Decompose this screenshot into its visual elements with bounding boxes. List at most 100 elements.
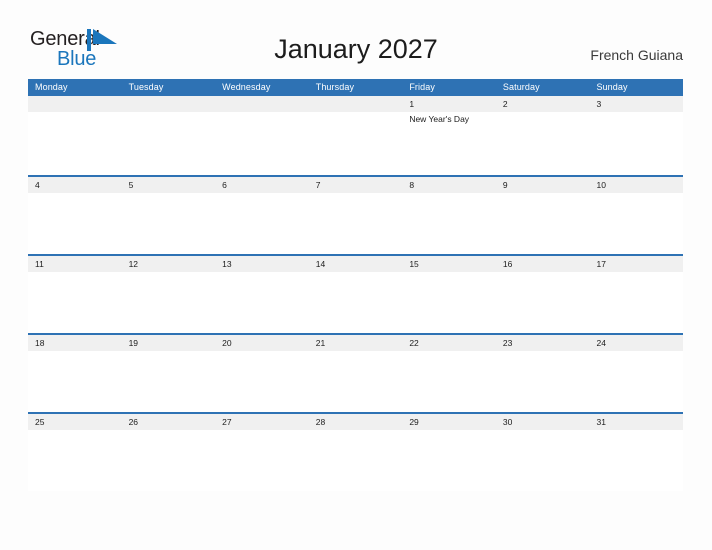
week-cells: 11 12 13 14 15 16 17 (28, 256, 684, 333)
day-cell[interactable]: 5 (121, 177, 216, 254)
date-number: 19 (128, 338, 139, 348)
day-cell[interactable]: 27 (215, 414, 309, 491)
day-cell[interactable]: 3 (589, 96, 684, 175)
date-number: 5 (128, 180, 134, 190)
day-cell[interactable]: 13 (215, 256, 309, 333)
date-band (308, 96, 403, 112)
day-cell[interactable]: 28 (308, 414, 403, 491)
day-cell-empty (28, 96, 122, 175)
week-cells: 1 New Year's Day 2 3 (28, 96, 684, 175)
day-cell[interactable]: 9 (495, 177, 590, 254)
date-number: 4 (35, 180, 40, 190)
date-number: 13 (222, 259, 232, 269)
date-number: 18 (35, 338, 45, 348)
date-number: 26 (128, 417, 139, 427)
date-number: 23 (502, 338, 513, 348)
day-cell[interactable]: 29 (402, 414, 496, 491)
date-number: 10 (596, 180, 606, 190)
day-cell[interactable]: 14 (308, 256, 403, 333)
day-cell[interactable]: 18 (28, 335, 122, 412)
date-number: 27 (222, 417, 232, 427)
date-number: 24 (596, 338, 606, 348)
week-cells: 18 19 20 21 22 23 24 (28, 335, 684, 412)
date-number: 2 (502, 99, 508, 109)
date-number: 7 (315, 180, 321, 190)
date-band (308, 177, 403, 193)
date-band (28, 177, 122, 193)
calendar-week-row: 1 New Year's Day 2 3 (28, 96, 684, 175)
date-band (121, 177, 216, 193)
calendar-grid: Monday Tuesday Wednesday Thursday Friday… (28, 79, 684, 491)
day-cell-empty (215, 96, 309, 175)
day-cell[interactable]: 15 (402, 256, 496, 333)
day-cell[interactable]: 4 (28, 177, 122, 254)
date-band (28, 96, 122, 112)
weekday-header-tuesday: Tuesday (128, 82, 164, 92)
date-number: 12 (128, 259, 139, 269)
day-cell[interactable]: 21 (308, 335, 403, 412)
day-cell[interactable]: 2 (495, 96, 590, 175)
weekday-header-thursday: Thursday (315, 82, 355, 92)
date-band (121, 96, 216, 112)
weekday-header-wednesday: Wednesday (222, 82, 271, 92)
day-cell[interactable]: 20 (215, 335, 309, 412)
date-band (215, 96, 309, 112)
day-cell[interactable]: 19 (121, 335, 216, 412)
day-cell[interactable]: 1 New Year's Day (402, 96, 496, 175)
page-header: General Blue January 2027 French Guiana (0, 0, 712, 70)
day-cell[interactable]: 31 (589, 414, 684, 491)
day-cell[interactable]: 10 (589, 177, 684, 254)
date-band (402, 177, 496, 193)
day-cell[interactable]: 16 (495, 256, 590, 333)
weekday-header-row: Monday Tuesday Wednesday Thursday Friday… (28, 79, 683, 96)
day-cell[interactable]: 24 (589, 335, 684, 412)
day-cell[interactable]: 17 (589, 256, 684, 333)
date-number: 21 (315, 338, 326, 348)
date-number: 25 (35, 417, 45, 427)
day-events: New Year's Day (409, 113, 492, 125)
calendar-week-row: 4 5 6 7 8 9 10 (28, 175, 684, 254)
day-cell[interactable]: 25 (28, 414, 122, 491)
date-number: 16 (502, 259, 513, 269)
location-label: French Guiana (590, 47, 683, 63)
weekday-header-friday: Friday (409, 82, 435, 92)
day-cell-empty (121, 96, 216, 175)
date-number: 30 (502, 417, 513, 427)
date-number: 22 (409, 338, 419, 348)
date-band (589, 96, 684, 112)
calendar-week-row: 18 19 20 21 22 23 24 (28, 333, 684, 412)
day-cell[interactable]: 7 (308, 177, 403, 254)
day-cell[interactable]: 11 (28, 256, 122, 333)
date-number: 20 (222, 338, 232, 348)
date-number: 1 (409, 99, 415, 109)
date-number: 3 (596, 99, 602, 109)
date-number: 11 (35, 259, 44, 269)
date-number: 6 (222, 180, 227, 190)
date-number: 28 (315, 417, 326, 427)
day-cell[interactable]: 23 (495, 335, 590, 412)
week-cells: 25 26 27 28 29 30 31 (28, 414, 684, 491)
day-cell[interactable]: 26 (121, 414, 216, 491)
date-number: 31 (596, 417, 606, 427)
date-number: 8 (409, 180, 415, 190)
week-cells: 4 5 6 7 8 9 10 (28, 177, 684, 254)
day-cell[interactable]: 30 (495, 414, 590, 491)
weekday-header-sunday: Sunday (596, 82, 628, 92)
date-band (495, 96, 590, 112)
date-band (495, 177, 590, 193)
date-number: 14 (315, 259, 326, 269)
calendar-week-row: 25 26 27 28 29 30 31 (28, 412, 684, 491)
date-band (215, 177, 309, 193)
calendar-weeks: 1 New Year's Day 2 3 4 5 6 7 8 9 10 11 12 13 14 15 16 17 1… (28, 96, 684, 491)
day-cell[interactable]: 12 (121, 256, 216, 333)
day-cell[interactable]: 22 (402, 335, 496, 412)
day-cell[interactable]: 8 (402, 177, 496, 254)
date-number: 15 (409, 259, 419, 269)
day-cell[interactable]: 6 (215, 177, 309, 254)
weekday-header-saturday: Saturday (502, 82, 540, 92)
calendar-week-row: 11 12 13 14 15 16 17 (28, 254, 684, 333)
weekday-header-monday: Monday (35, 82, 68, 92)
date-number: 17 (596, 259, 606, 269)
date-number: 29 (409, 417, 419, 427)
day-cell-empty (308, 96, 403, 175)
